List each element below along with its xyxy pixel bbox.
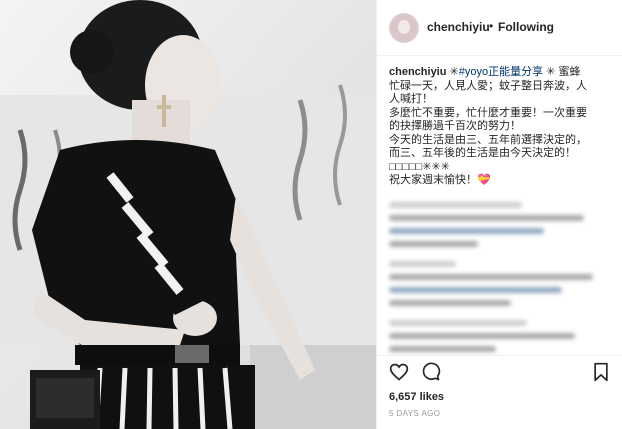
caption-lead: ✳︎ [446,66,459,78]
post-photo[interactable] [0,0,376,429]
caption-hashtag[interactable]: #yoyo正能量分享 [459,66,543,78]
post-header: chenchiyiu • Following [377,0,622,56]
like-count[interactable]: 6,657 likes [389,391,444,403]
heart-icon[interactable] [389,362,409,382]
caption-username[interactable]: chenchiyiu [389,66,446,78]
avatar[interactable] [389,13,419,43]
separator-dot: • [489,19,494,33]
post-actions [377,355,622,386]
caption-line-2: 多麼忙不重要，忙什麼才重要！一次重要的抉擇勝過千百次的努力！ [389,106,587,133]
bookmark-icon[interactable] [591,362,611,382]
header-username[interactable]: chenchiyiu [427,20,490,34]
blurred-comments [389,195,611,355]
caption-line-4: 祝大家週末愉快！💝 [389,174,491,186]
caption-line-3: 今天的生活是由三、五年前選擇決定的，而三、五年後的生活是由今天決定的！□□□□□… [389,133,587,173]
speech-bubble-icon[interactable] [421,362,441,382]
following-button[interactable]: Following [498,20,554,34]
post-side-panel: chenchiyiu • Following chenchiyiu ✳︎#yoy… [376,0,622,429]
post-date[interactable]: 5 DAYS AGO [389,409,440,418]
instagram-post: chenchiyiu • Following chenchiyiu ✳︎#yoy… [0,0,622,429]
post-caption: chenchiyiu ✳︎#yoyo正能量分享 ✳︎ 蜜蜂忙碌一天，人見人愛；蚊… [389,66,589,188]
